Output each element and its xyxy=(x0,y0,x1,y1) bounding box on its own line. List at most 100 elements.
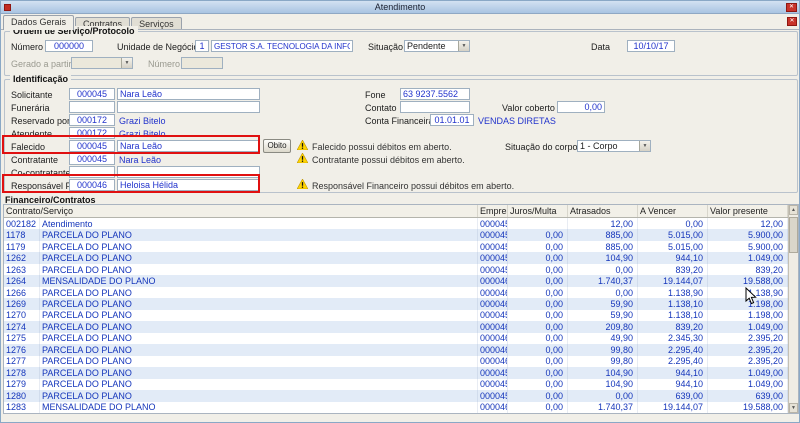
cell-empresa: 000046 xyxy=(478,333,508,344)
table-row[interactable]: 1280 PARCELA DO PLANO 000045 0,00 0,00 6… xyxy=(4,390,788,401)
situacao-select[interactable]: Pendente ▼ xyxy=(404,40,470,52)
unidade-nome-input[interactable] xyxy=(211,40,353,52)
table-row[interactable]: 1283 MENSALIDADE DO PLANO 000046 0,00 1.… xyxy=(4,402,788,413)
cell-empresa: 000046 xyxy=(478,402,508,413)
reservado-codigo-input[interactable] xyxy=(69,114,115,126)
child-close-icon[interactable]: ✕ xyxy=(787,17,797,26)
table-row[interactable]: 1278 PARCELA DO PLANO 000045 0,00 104,90… xyxy=(4,367,788,378)
cell-juros-multa: 0,00 xyxy=(508,379,568,390)
cell-a-vencer: 839,20 xyxy=(638,264,708,275)
atendente-codigo-input[interactable] xyxy=(69,127,115,139)
table-row[interactable]: 1263 PARCELA DO PLANO 000045 0,00 0,00 8… xyxy=(4,264,788,275)
table-row[interactable]: 002182 Atendimento 000045 12,00 0,00 12,… xyxy=(4,218,788,229)
cell-valor-presente: 639,00 xyxy=(708,390,788,401)
cell-contract-desc: MENSALIDADE DO PLANO xyxy=(40,402,478,413)
chevron-down-icon[interactable]: ▼ xyxy=(458,41,469,51)
cell-contract-desc: PARCELA DO PLANO xyxy=(40,379,478,390)
cell-contract-desc: PARCELA DO PLANO xyxy=(40,367,478,378)
responsavel-codigo-input[interactable] xyxy=(69,179,115,191)
responsavel-nome-input[interactable] xyxy=(117,179,260,191)
cell-empresa: 000046 xyxy=(478,298,508,309)
unidade-codigo-input[interactable] xyxy=(195,40,209,52)
table-row[interactable]: 1264 MENSALIDADE DO PLANO 000046 0,00 1.… xyxy=(4,275,788,286)
scroll-down-icon[interactable]: ▼ xyxy=(789,403,798,413)
cell-atrasados: 59,90 xyxy=(568,298,638,309)
cell-contract-code: 1178 xyxy=(4,229,40,240)
table-row[interactable]: 1269 PARCELA DO PLANO 000046 0,00 59,90 … xyxy=(4,298,788,309)
funeraria-codigo-input[interactable] xyxy=(69,101,115,113)
app-icon xyxy=(4,4,11,11)
solicitante-label: Solicitante xyxy=(11,89,53,101)
cell-valor-presente: 1.198,00 xyxy=(708,310,788,321)
col-empresa[interactable]: Empresa xyxy=(478,205,508,217)
cell-valor-presente: 19.588,00 xyxy=(708,275,788,286)
table-scrollbar[interactable]: ▲ ▼ xyxy=(788,205,798,413)
cell-atrasados: 885,00 xyxy=(568,229,638,240)
title-bar[interactable]: Atendimento ✕ xyxy=(1,1,799,14)
scrollbar-thumb[interactable] xyxy=(789,217,798,253)
cell-empresa: 000046 xyxy=(478,356,508,367)
table-row[interactable]: 1266 PARCELA DO PLANO 000046 0,00 0,00 1… xyxy=(4,287,788,298)
valor-coberto-input[interactable] xyxy=(557,101,605,113)
cell-valor-presente: 1.049,00 xyxy=(708,321,788,332)
table-row[interactable]: 1262 PARCELA DO PLANO 000045 0,00 104,90… xyxy=(4,252,788,263)
conta-nome-text: VENDAS DIRETAS xyxy=(478,115,556,127)
solicitante-codigo-input[interactable] xyxy=(69,88,115,100)
table-row[interactable]: 1274 PARCELA DO PLANO 000046 0,00 209,80… xyxy=(4,321,788,332)
solicitante-nome-input[interactable] xyxy=(117,88,260,100)
table-row[interactable]: 1178 PARCELA DO PLANO 000045 0,00 885,00… xyxy=(4,229,788,240)
chevron-down-icon[interactable]: ▼ xyxy=(639,141,650,151)
scroll-up-icon[interactable]: ▲ xyxy=(789,205,798,215)
falecido-codigo-input[interactable] xyxy=(69,140,115,152)
table-row[interactable]: 1270 PARCELA DO PLANO 000045 0,00 59,90 … xyxy=(4,310,788,321)
table-row[interactable]: 1276 PARCELA DO PLANO 000046 0,00 99,80 … xyxy=(4,344,788,355)
cell-juros-multa: 0,00 xyxy=(508,402,568,413)
cell-empresa: 000045 xyxy=(478,218,508,229)
col-juros-multa[interactable]: Juros/Multa xyxy=(508,205,568,217)
table-row[interactable]: 1279 PARCELA DO PLANO 000045 0,00 104,90… xyxy=(4,379,788,390)
funeraria-nome-input[interactable] xyxy=(117,101,260,113)
contratante-label: Contratante xyxy=(11,154,58,166)
cell-contract-code: 1277 xyxy=(4,356,40,367)
contratante-codigo-input[interactable] xyxy=(69,153,115,165)
cell-a-vencer: 944,10 xyxy=(638,252,708,263)
conta-financeira-label: Conta Financeira xyxy=(365,115,434,127)
cell-atrasados: 59,90 xyxy=(568,310,638,321)
cell-contract-desc: PARCELA DO PLANO xyxy=(40,356,478,367)
cell-empresa: 000045 xyxy=(478,310,508,321)
scrollbar-track[interactable] xyxy=(789,215,798,403)
numero-input[interactable] xyxy=(45,40,93,52)
data-input[interactable] xyxy=(627,40,675,52)
cell-a-vencer: 839,20 xyxy=(638,321,708,332)
fone-input[interactable] xyxy=(400,88,470,100)
cell-atrasados: 12,00 xyxy=(568,218,638,229)
contracts-table-header: Contrato/Serviço Empresa Juros/Multa Atr… xyxy=(4,205,788,218)
tab-dados-gerais[interactable]: Dados Gerais xyxy=(3,15,74,30)
cell-empresa: 000045 xyxy=(478,367,508,378)
cell-contract-desc: PARCELA DO PLANO xyxy=(40,390,478,401)
co-contratante-label: Co-contratante xyxy=(11,167,71,179)
cell-a-vencer: 1.138,90 xyxy=(638,287,708,298)
cell-a-vencer: 19.144,07 xyxy=(638,402,708,413)
contato-input[interactable] xyxy=(400,101,470,113)
col-valor-presente[interactable]: Valor presente xyxy=(708,205,788,217)
falecido-nome-input[interactable] xyxy=(117,140,260,152)
col-atrasados[interactable]: Atrasados xyxy=(568,205,638,217)
situacao-corpo-label: Situação do corpo xyxy=(505,141,578,153)
col-a-vencer[interactable]: A Vencer xyxy=(638,205,708,217)
table-row[interactable]: 1275 PARCELA DO PLANO 000046 0,00 49,90 … xyxy=(4,333,788,344)
co-contratante-codigo-input[interactable] xyxy=(69,166,115,178)
cell-a-vencer: 2.295,40 xyxy=(638,344,708,355)
obito-button[interactable]: Obito xyxy=(263,139,291,153)
cell-contract-desc: PARCELA DO PLANO xyxy=(40,287,478,298)
cell-contract-desc: PARCELA DO PLANO xyxy=(40,241,478,252)
table-row[interactable]: 1277 PARCELA DO PLANO 000046 0,00 99,80 … xyxy=(4,356,788,367)
col-contrato-servico[interactable]: Contrato/Serviço xyxy=(4,205,478,217)
co-contratante-nome-input[interactable] xyxy=(117,166,260,178)
cell-juros-multa: 0,00 xyxy=(508,241,568,252)
conta-codigo-input[interactable] xyxy=(430,114,474,126)
cell-valor-presente: 839,20 xyxy=(708,264,788,275)
situacao-corpo-select[interactable]: 1 - Corpo ▼ xyxy=(577,140,651,152)
table-row[interactable]: 1179 PARCELA DO PLANO 000045 0,00 885,00… xyxy=(4,241,788,252)
close-icon[interactable]: ✕ xyxy=(786,3,797,12)
